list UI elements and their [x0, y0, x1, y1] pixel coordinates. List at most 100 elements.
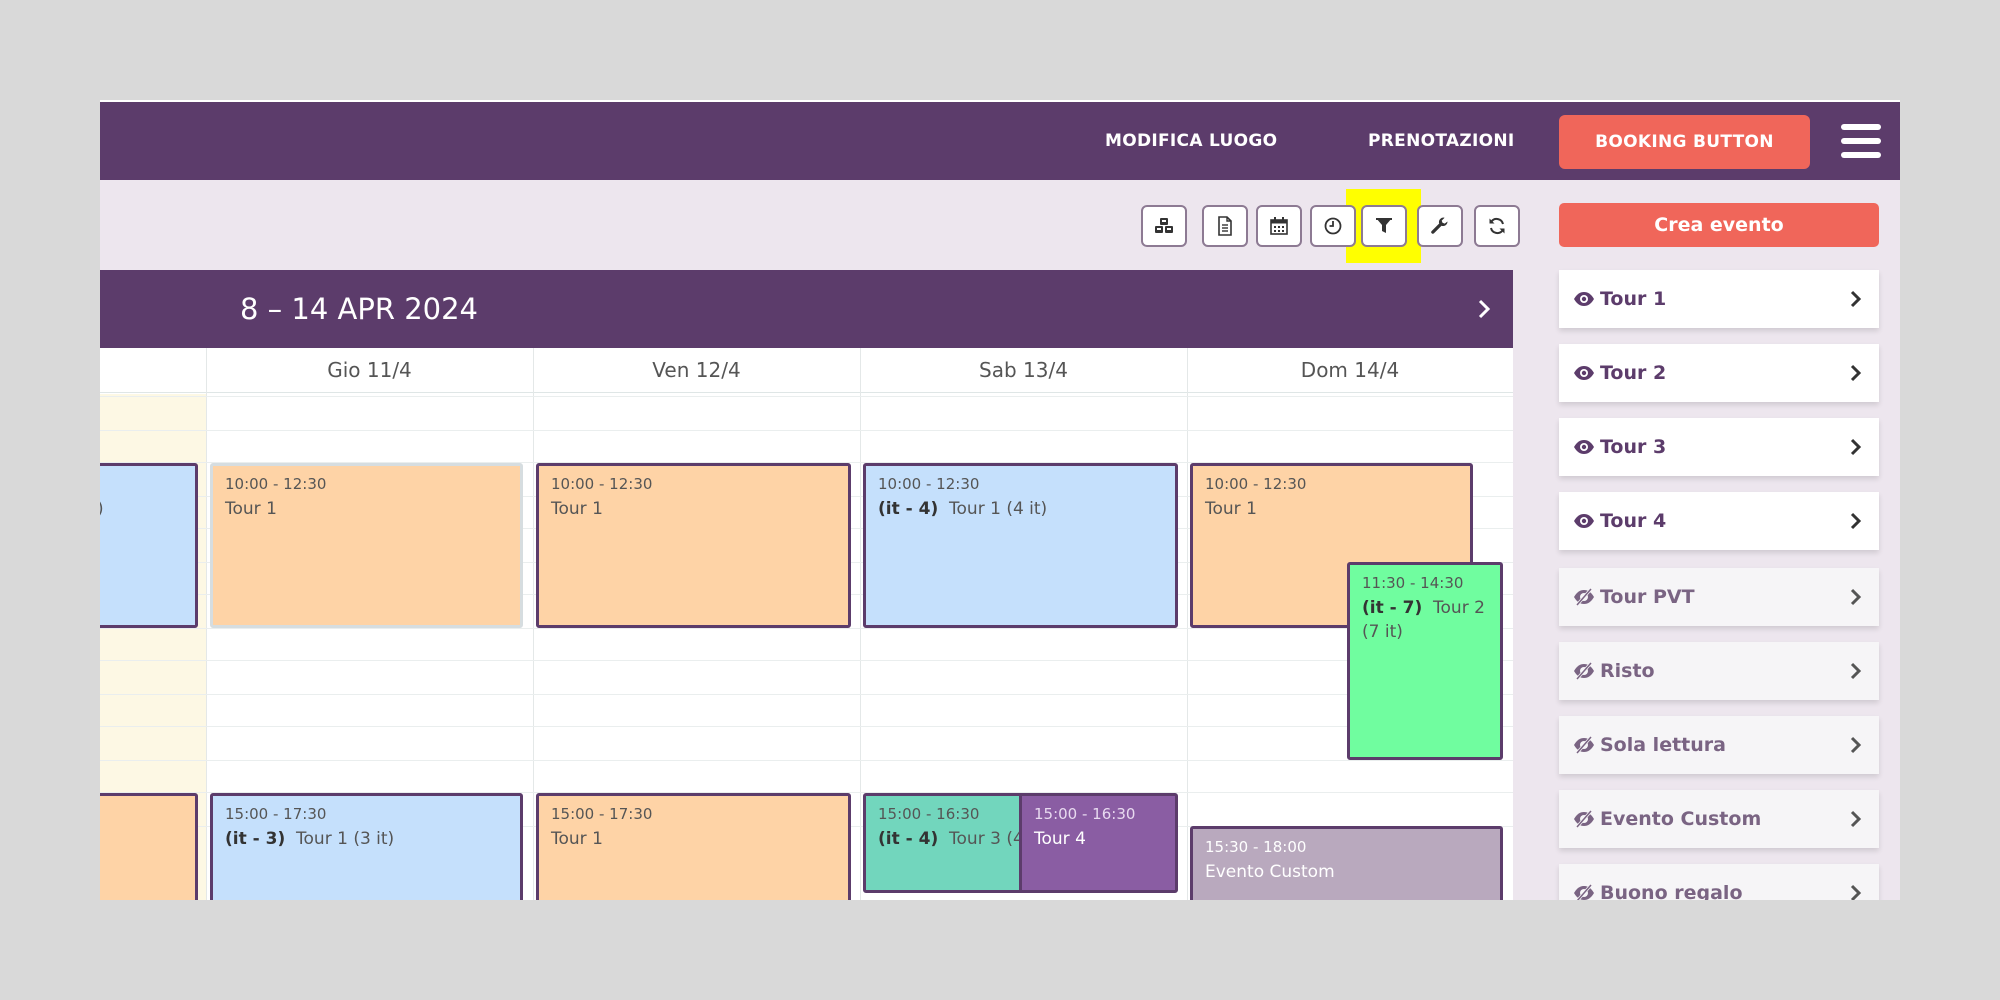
booking-button[interactable]: BOOKING BUTTON — [1559, 115, 1810, 169]
sidebar-item-tour-2[interactable]: Tour 2 — [1559, 344, 1879, 402]
calendar-event[interactable]: 10:00 - 12:30 Tour 1 — [210, 463, 523, 628]
event-title: Tour 1 — [551, 829, 603, 849]
grid-line — [100, 430, 1513, 431]
eye-slash-icon — [1574, 884, 1594, 900]
calendar-event[interactable]: 11:30 - 14:30 (it - 7) Tour 2 (7 it) — [1347, 562, 1503, 760]
document-icon — [1218, 216, 1232, 236]
chevron-right-icon — [1850, 662, 1862, 680]
wrench-icon — [1431, 217, 1448, 234]
sidebar-item-label: Tour 2 — [1600, 362, 1667, 384]
toolbar-document-button[interactable] — [1202, 205, 1248, 247]
calendar-event[interactable]: 15:30 - 18:00 Evento Custom — [1190, 826, 1503, 900]
event-time: 15:00 - 16:30 — [878, 805, 980, 823]
sidebar-item-label: Buono regalo — [1600, 882, 1743, 900]
calendar-header: 8 – 14 APR 2024 — [100, 270, 1513, 348]
cubes-icon — [1155, 218, 1173, 233]
day-header-gio: Gio 11/4 — [206, 348, 533, 393]
calendar-event[interactable]: 10:00 - 12:30 Tour 1 — [536, 463, 851, 628]
event-time: 10:00 - 12:30 — [1205, 475, 1307, 493]
day-header-dom: Dom 14/4 — [1187, 348, 1513, 393]
sidebar-item-sola-lettura[interactable]: Sola lettura — [1559, 716, 1879, 774]
hamburger-menu-icon[interactable] — [1841, 124, 1881, 158]
nav-link-modifica-luogo[interactable]: MODIFICA LUOGO — [1105, 102, 1277, 180]
event-tag: (it - 4) — [878, 499, 939, 519]
eye-slash-icon — [1574, 588, 1594, 606]
calendar-grid: Gio 11/4 Ven 12/4 Sab 13/4 Dom 14/4 ) 10… — [100, 348, 1513, 900]
calendar-icon — [1270, 217, 1288, 235]
sidebar-item-buono-regalo[interactable]: Buono regalo — [1559, 864, 1879, 900]
toolbar-filter-button[interactable] — [1361, 205, 1407, 247]
event-title: Tour 4 — [1034, 829, 1086, 849]
sidebar-item-tour-1[interactable]: Tour 1 — [1559, 270, 1879, 328]
day-header-previous — [100, 348, 206, 393]
event-time: 15:00 - 17:30 — [551, 805, 653, 823]
toolbar-cubes-button[interactable] — [1141, 205, 1187, 247]
event-title: Tour 1 — [225, 499, 277, 519]
event-title: (it - 4) Tour 3 (4 — [878, 827, 1022, 851]
event-title: (it - 7) Tour 2 (7 it) — [1362, 596, 1488, 644]
calendar-event[interactable]: 15:00 - 16:30 (it - 4) Tour 3 (4 — [863, 793, 1025, 893]
event-time — [100, 475, 183, 493]
toolbar-refresh-button[interactable] — [1474, 205, 1520, 247]
chevron-right-icon — [1850, 884, 1862, 900]
grid-line — [100, 694, 1513, 695]
chevron-right-icon — [1850, 810, 1862, 828]
create-event-button[interactable]: Crea evento — [1559, 203, 1879, 247]
grid-line — [100, 760, 1513, 761]
day-header-ven: Ven 12/4 — [533, 348, 860, 393]
toolbar-clock-button[interactable] — [1310, 205, 1356, 247]
calendar-event[interactable]: 15:00 - 16:30 Tour 4 — [1019, 793, 1178, 893]
event-tag: (it - 3) — [225, 829, 286, 849]
event-title: (it - 3) Tour 1 (3 it) — [225, 827, 508, 851]
sidebar-item-evento-custom[interactable]: Evento Custom — [1559, 790, 1879, 848]
sidebar-item-label: Sola lettura — [1600, 734, 1726, 756]
day-header-sab: Sab 13/4 — [860, 348, 1187, 393]
event-time: 10:00 - 12:30 — [225, 475, 327, 493]
eye-icon — [1574, 514, 1594, 528]
sidebar-item-tour-pvt[interactable]: Tour PVT — [1559, 568, 1879, 626]
sidebar-item-label: Tour 3 — [1600, 436, 1667, 458]
sidebar-item-risto[interactable]: Risto — [1559, 642, 1879, 700]
grid-line — [100, 396, 1513, 397]
eye-icon — [1574, 366, 1594, 380]
chevron-right-icon[interactable] — [1472, 297, 1496, 321]
toolbar-wrench-button[interactable] — [1417, 205, 1463, 247]
event-title: (it - 4) Tour 1 (4 it) — [878, 497, 1163, 521]
event-time: 10:00 - 12:30 — [878, 475, 980, 493]
nav-link-prenotazioni[interactable]: PRENOTAZIONI — [1368, 102, 1515, 180]
calendar-event[interactable] — [100, 793, 198, 900]
calendar-event[interactable]: 15:00 - 17:30 (it - 3) Tour 1 (3 it) — [210, 793, 523, 900]
chevron-right-icon — [1850, 588, 1862, 606]
eye-icon — [1574, 440, 1594, 454]
grid-line — [100, 660, 1513, 661]
sidebar-item-tour-4[interactable]: Tour 4 — [1559, 492, 1879, 550]
event-tag: (it - 4) — [878, 829, 939, 849]
calendar-event[interactable]: 15:00 - 17:30 Tour 1 — [536, 793, 851, 900]
sidebar-item-label: Evento Custom — [1600, 808, 1762, 830]
sidebar-item-tour-3[interactable]: Tour 3 — [1559, 418, 1879, 476]
toolbar-calendar-button[interactable] — [1256, 205, 1302, 247]
chevron-right-icon — [1850, 736, 1862, 754]
event-title: ) — [100, 497, 183, 521]
eye-slash-icon — [1574, 736, 1594, 754]
clock-icon — [1324, 217, 1342, 235]
event-label: Tour 1 (3 it) — [296, 829, 395, 849]
sidebar-item-label: Tour PVT — [1600, 586, 1695, 608]
chevron-right-icon — [1850, 512, 1862, 530]
chevron-right-icon — [1850, 290, 1862, 308]
event-title: Tour 1 — [1205, 499, 1257, 519]
chevron-right-icon — [1850, 438, 1862, 456]
chevron-right-icon — [1850, 364, 1862, 382]
app-window: MODIFICA LUOGO PRENOTAZIONI BOOKING BUTT… — [100, 100, 1900, 900]
event-title: Tour 1 — [551, 499, 603, 519]
event-time: 15:30 - 18:00 — [1205, 838, 1307, 856]
event-tag: (it - 7) — [1362, 598, 1423, 618]
calendar-week-title: 8 – 14 APR 2024 — [240, 292, 479, 326]
calendar-event[interactable]: ) — [100, 463, 198, 628]
event-label: Tour 1 (4 it) — [949, 499, 1048, 519]
sidebar-item-label: Tour 4 — [1600, 510, 1667, 532]
calendar-event[interactable]: 10:00 - 12:30 (it - 4) Tour 1 (4 it) — [863, 463, 1178, 628]
sidebar-item-label: Risto — [1600, 660, 1655, 682]
grid-line — [100, 628, 1513, 629]
sidebar-item-label: Tour 1 — [1600, 288, 1667, 310]
